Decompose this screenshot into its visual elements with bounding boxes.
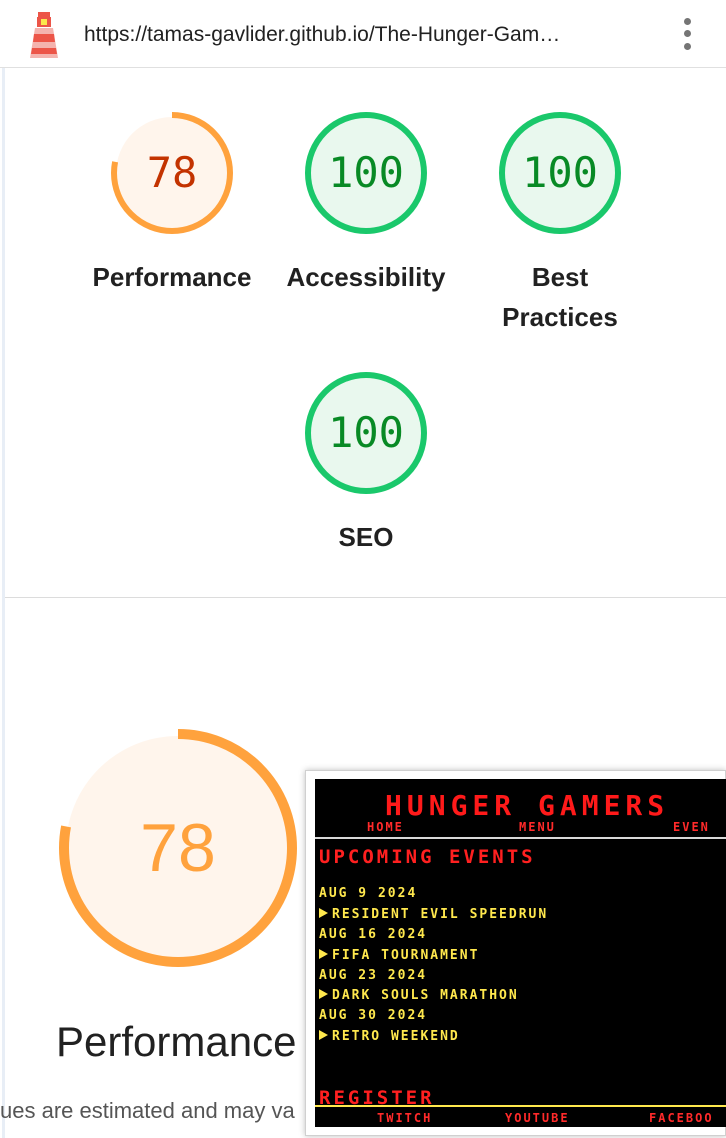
accessibility-score: 100 (328, 148, 404, 197)
footer-youtube: YOUTUBE (505, 1111, 570, 1125)
event-date: AUG 23 2024 (319, 968, 428, 983)
seo-score: 100 (328, 408, 404, 457)
nav-menu: MENU (519, 820, 556, 834)
best-practices-label-line1: Best (531, 262, 589, 292)
page-url: https://tamas-gavlider.github.io/The-Hun… (84, 23, 561, 46)
best-practices-label: Best Practices (468, 257, 652, 337)
section-divider (5, 597, 726, 598)
nav-events: EVEN (673, 820, 710, 834)
best-practices-label-line2: Practices (502, 302, 618, 332)
triangle-icon (319, 949, 328, 959)
event-name: RESIDENT EVIL SPEEDRUN (319, 907, 548, 922)
event-name-text: RETRO WEEKEND (332, 1029, 460, 1044)
triangle-icon (319, 908, 328, 918)
performance-detail-gauge: 78 (56, 726, 300, 970)
site-title: HUNGER GAMERS (385, 789, 670, 822)
site-preview: HUNGER GAMERS HOME MENU EVEN UPCOMING EV… (315, 779, 726, 1127)
performance-detail-score: 78 (140, 810, 216, 886)
footer-facebook: FACEBOO (649, 1111, 714, 1125)
best-practices-score: 100 (522, 148, 598, 197)
best-practices-gauge[interactable]: 100 (494, 107, 626, 239)
footer-twitch: TWITCH (377, 1111, 433, 1125)
event-date: AUG 9 2024 (319, 886, 418, 901)
nav-home: HOME (367, 820, 404, 834)
performance-gauge[interactable]: 78 (106, 107, 238, 239)
event-name-text: FIFA TOURNAMENT (332, 948, 480, 963)
header-rule (315, 837, 726, 839)
event-date: AUG 30 2024 (319, 1008, 428, 1023)
triangle-icon (319, 1030, 328, 1040)
accessibility-label: Accessibility (286, 262, 446, 292)
triangle-icon (319, 989, 328, 999)
footer-rule (315, 1105, 726, 1107)
lighthouse-icon (26, 10, 62, 60)
estimate-note: ues are estimated and may va (0, 1098, 295, 1123)
performance-detail-label: Performance (56, 1018, 297, 1065)
report-header: https://tamas-gavlider.github.io/The-Hun… (0, 0, 726, 68)
event-name: FIFA TOURNAMENT (319, 948, 479, 963)
event-name: RETRO WEEKEND (319, 1029, 460, 1044)
accessibility-gauge[interactable]: 100 (300, 107, 432, 239)
performance-score: 78 (146, 148, 198, 197)
event-name: DARK SOULS MARATHON (319, 988, 519, 1003)
seo-label: SEO (338, 522, 394, 552)
performance-label: Performance (92, 262, 252, 292)
seo-gauge[interactable]: 100 (300, 367, 432, 499)
event-date: AUG 16 2024 (319, 927, 428, 942)
final-screenshot[interactable]: HUNGER GAMERS HOME MENU EVEN UPCOMING EV… (305, 770, 726, 1136)
upcoming-events-heading: UPCOMING EVENTS (319, 846, 536, 868)
event-name-text: RESIDENT EVIL SPEEDRUN (332, 907, 549, 922)
event-name-text: DARK SOULS MARATHON (332, 988, 519, 1003)
more-vert-icon[interactable] (677, 16, 699, 52)
